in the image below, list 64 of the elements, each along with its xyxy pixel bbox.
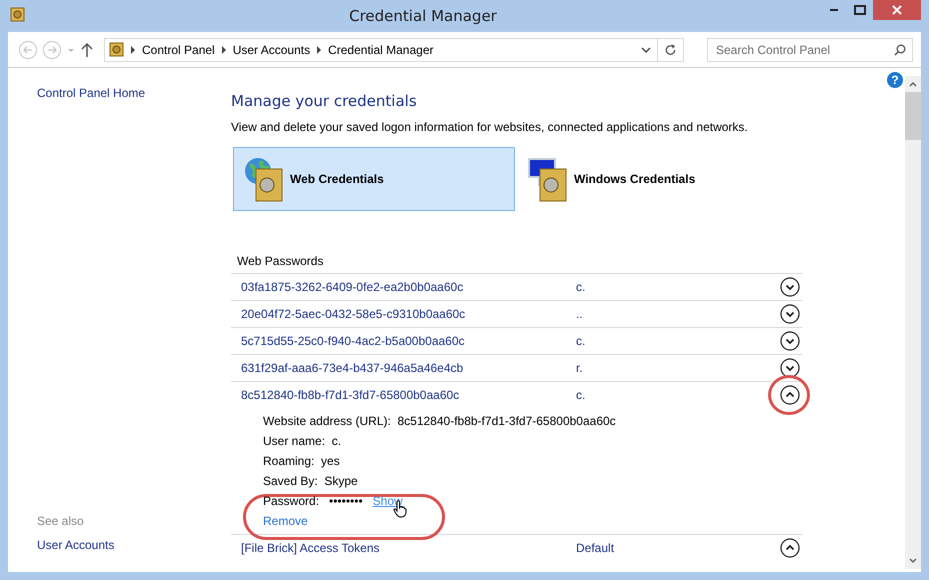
window-title: Credential Manager	[348, 6, 498, 27]
page-description: View and delete your saved logon information for websites, connected applications and networks.	[231, 120, 749, 134]
credential-type-tile[interactable]: Web Credentials	[233, 147, 515, 211]
breadcrumb[interactable]: User Accounts	[232, 42, 310, 56]
chevron-down-icon	[780, 331, 800, 351]
detail-line: User name: c.	[263, 434, 342, 448]
chevron-up-icon	[909, 81, 917, 87]
chevron-right-icon	[220, 46, 227, 54]
breadcrumb[interactable]: Credential Manager	[328, 42, 434, 56]
address-bar[interactable]: Control Panel User Accounts Credential Manager	[104, 38, 684, 62]
credential-name-link[interactable]: 5c715d55-25c0-f940-4ac2-b5a00b0aa60c	[241, 334, 576, 348]
chevron-down-icon	[780, 358, 800, 378]
breadcrumb[interactable]: Control Panel	[142, 42, 215, 56]
expand-button[interactable]	[780, 304, 800, 324]
sidebar-link[interactable]: Control Panel Home	[37, 86, 231, 100]
credential-name-link[interactable]: 03fa1875-3262-6409-0fe2-ea2b0b0aa60c	[241, 280, 576, 294]
see-also-heading: See also	[37, 514, 85, 528]
collapse-button[interactable]	[780, 385, 800, 405]
chevron-down-icon	[780, 277, 800, 297]
password-mask: ••••••••	[329, 494, 363, 508]
search-icon	[894, 44, 906, 56]
chevron-right-icon	[316, 46, 322, 54]
help-button[interactable]: ?	[887, 72, 903, 88]
credential-name-link[interactable]: [File Brick] Access Tokens	[241, 541, 576, 555]
chevron-right-icon	[130, 46, 136, 54]
credential-user: ..	[576, 307, 584, 321]
credential-user: c.	[576, 280, 586, 294]
up-button[interactable]	[80, 42, 94, 58]
safe-icon	[10, 7, 25, 22]
detail-line: Website address (URL): 8c512840-fb8b-f7d1-3fd7-65800b0aa60c	[263, 414, 617, 428]
chevron-down-icon	[641, 46, 651, 54]
chevron-up-icon	[780, 385, 800, 405]
expand-button[interactable]	[780, 277, 800, 297]
section-title: Web Passwords	[237, 254, 324, 268]
remove-link[interactable]: Remove	[263, 514, 308, 528]
sidebar-link[interactable]: User Accounts	[37, 538, 114, 552]
password-label: Password:	[263, 494, 320, 508]
credential-name-link[interactable]: 20e04f72-5aec-0432-58e5-c9310b0aa60c	[241, 307, 576, 321]
expand-button[interactable]	[780, 358, 800, 378]
chevron-up-icon	[780, 538, 800, 558]
credential-user: c.	[576, 388, 586, 402]
credential-user: Default	[576, 541, 616, 555]
search-field[interactable]: Search Control Panel	[707, 38, 913, 62]
page-heading: Manage your credentials	[231, 92, 418, 110]
safe-icon	[109, 42, 124, 57]
credential-name-link[interactable]: 8c512840-fb8b-f7d1-3fd7-65800b0aa60c	[241, 388, 576, 402]
credential-user: c.	[576, 334, 586, 348]
credential-user: r.	[576, 361, 584, 375]
minimize-icon	[830, 9, 838, 11]
credential-type-tile[interactable]: Windows Credentials	[517, 147, 799, 211]
maximize-icon	[854, 5, 866, 15]
collapse-button[interactable]	[780, 538, 800, 558]
credential-name-link[interactable]: 631f29af-aaa6-73e4-b437-946a5a46e4cb	[241, 361, 576, 375]
up-arrow-icon	[80, 42, 94, 58]
chevron-down-icon	[780, 304, 800, 324]
detail-line: Roaming: yes	[263, 454, 341, 468]
close-icon	[892, 5, 902, 15]
chevron-down-icon	[909, 558, 917, 564]
expand-button[interactable]	[780, 331, 800, 351]
scrollbar-thumb[interactable]	[905, 92, 921, 140]
refresh-icon	[664, 42, 677, 56]
close-button[interactable]	[873, 0, 921, 20]
vertical-scrollbar[interactable]	[905, 76, 921, 569]
detail-line: Saved By: Skype	[263, 474, 359, 488]
